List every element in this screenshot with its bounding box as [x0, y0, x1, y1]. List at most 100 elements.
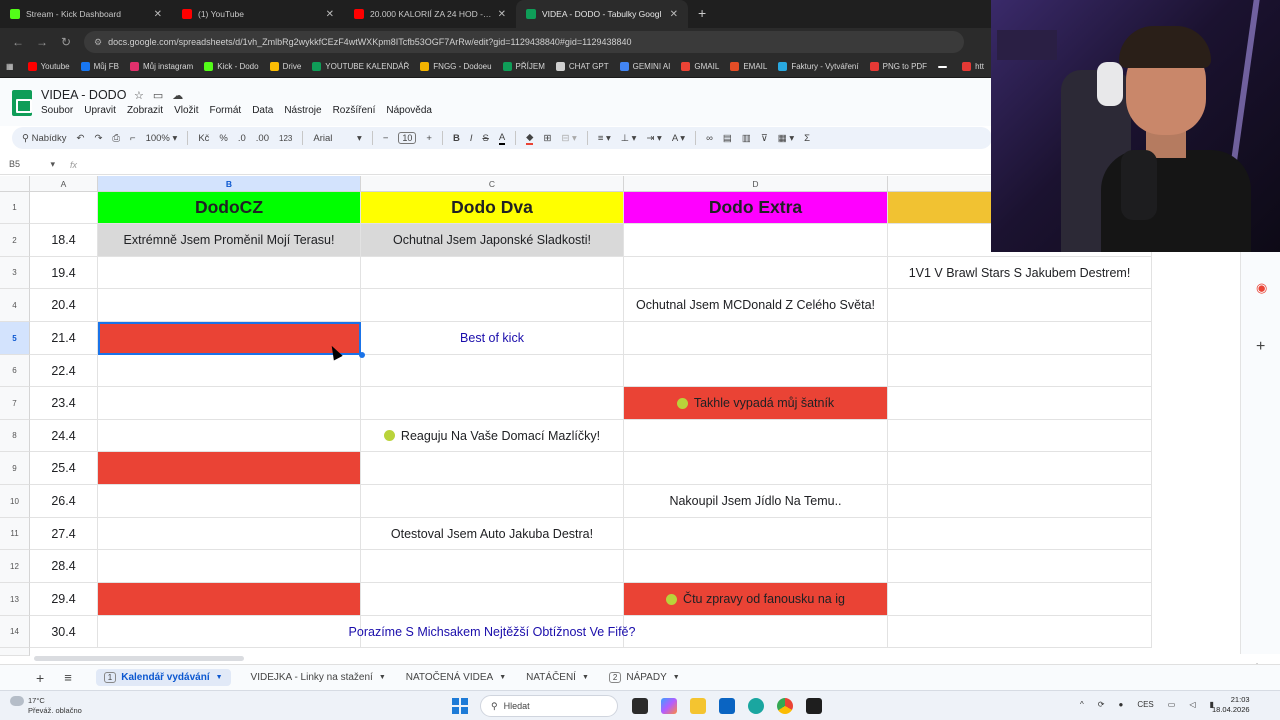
cell-d[interactable]: Ochutnal Jsem MCDonald Z Celého Světa! — [624, 289, 888, 322]
bookmark-dash[interactable] — [938, 65, 951, 68]
bookmark-http[interactable]: htt — [962, 62, 984, 71]
date-cell[interactable]: 30.4 — [30, 616, 98, 648]
date-cell[interactable]: 24.4 — [30, 420, 98, 452]
maps-icon[interactable]: ◉ — [1256, 280, 1267, 296]
cell-e[interactable] — [888, 518, 1152, 550]
date-cell[interactable]: 27.4 — [30, 518, 98, 550]
font-size-decrease-icon[interactable]: − — [383, 133, 389, 144]
cell-c1-channel[interactable]: Dodo Dva — [361, 192, 624, 224]
merge-cells-icon[interactable]: ⊟ ▾ — [561, 133, 576, 144]
menu-data[interactable]: Data — [252, 105, 273, 116]
row-header[interactable]: 7 — [0, 387, 30, 420]
date-cell[interactable]: 26.4 — [30, 485, 98, 518]
cell-c[interactable] — [361, 257, 624, 289]
browser-tab-kick[interactable]: Stream - Kick Dashboard ✕ — [0, 0, 172, 28]
cell-b[interactable] — [98, 355, 361, 387]
cell-e[interactable] — [888, 420, 1152, 452]
language-indicator[interactable]: CES — [1137, 700, 1153, 709]
row-header-1[interactable]: 1 — [0, 192, 30, 224]
column-header-a[interactable]: A — [30, 176, 98, 192]
cell-b[interactable]: Extrémně Jsem Proměnil Mojí Terasu! — [98, 224, 361, 257]
cell-b[interactable] — [98, 485, 361, 518]
cell-c[interactable] — [361, 289, 624, 322]
date-cell[interactable]: 22.4 — [30, 355, 98, 387]
add-sheet-button[interactable]: + — [36, 670, 44, 686]
edge-icon[interactable] — [748, 698, 764, 714]
cell-b[interactable] — [98, 452, 361, 485]
menu-extensions[interactable]: Rozšíření — [333, 105, 376, 116]
chevron-down-icon[interactable]: ▼ — [582, 674, 589, 681]
folder-icon[interactable]: ▭ — [153, 90, 172, 102]
bookmark-gemini[interactable]: GEMINI AI — [619, 62, 670, 71]
cell-c[interactable] — [361, 387, 624, 420]
sheets-logo-icon[interactable] — [12, 90, 32, 116]
horizontal-scrollbar[interactable] — [34, 656, 244, 661]
cell-d[interactable] — [624, 224, 888, 257]
cell-b[interactable] — [98, 616, 361, 648]
paint-format-icon[interactable]: ⌐ — [130, 133, 136, 144]
menu-view[interactable]: Zobrazit — [127, 105, 163, 116]
date-cell[interactable]: 18.4 — [30, 224, 98, 257]
currency-button[interactable]: Kč — [198, 133, 209, 144]
chevron-up-icon[interactable]: ^ — [1080, 700, 1084, 709]
cell-d[interactable] — [624, 616, 888, 648]
document-title[interactable]: VIDEA - DODO — [41, 88, 126, 102]
row-header[interactable]: 8 — [0, 420, 30, 452]
cell-c[interactable] — [361, 550, 624, 583]
cell-b[interactable] — [98, 583, 361, 616]
bookmark-prijem[interactable]: PŘÍJEM — [502, 62, 545, 71]
row-header[interactable]: 9 — [0, 452, 30, 485]
reload-icon[interactable]: ↻ — [54, 35, 78, 49]
text-wrap-icon[interactable]: ⇥ ▾ — [646, 133, 661, 144]
text-rotation-icon[interactable]: A ▾ — [672, 133, 685, 144]
cell-d1-channel[interactable]: Dodo Extra — [624, 192, 888, 224]
back-icon[interactable]: ← — [6, 35, 30, 49]
row-header[interactable]: 12 — [0, 550, 30, 583]
text-color-icon[interactable]: A — [498, 132, 506, 145]
date-cell[interactable]: 25.4 — [30, 452, 98, 485]
percent-button[interactable]: % — [219, 133, 227, 144]
bookmark-drive[interactable]: Drive — [269, 62, 301, 71]
cloud-icon[interactable]: ☁ — [172, 90, 192, 102]
taskbar-search[interactable]: ⚲ Hledat — [480, 695, 618, 717]
menu-help[interactable]: Nápověda — [386, 105, 432, 116]
sheet-tab-natocena[interactable]: NATOČENÁ VIDEA ▼ — [406, 672, 506, 683]
bookmark-png-to-pdf[interactable]: PNG to PDF — [869, 62, 927, 71]
close-icon[interactable]: ✕ — [154, 9, 162, 20]
bookmark-kick[interactable]: Kick - Dodo — [204, 62, 259, 71]
cell-e[interactable] — [888, 583, 1152, 616]
task-view-icon[interactable] — [632, 698, 648, 714]
cell-c[interactable]: Ochutnal Jsem Japonské Sladkosti! — [361, 224, 624, 257]
cell-c[interactable] — [361, 485, 624, 518]
date-cell[interactable]: 23.4 — [30, 387, 98, 420]
font-size-input[interactable]: 10 — [398, 132, 417, 144]
menu-edit[interactable]: Upravit — [84, 105, 116, 116]
outlook-icon[interactable] — [719, 698, 735, 714]
bookmark-youtube[interactable]: Youtube — [27, 62, 70, 71]
row-header[interactable]: 2 — [0, 224, 30, 257]
row-header[interactable]: 14 — [0, 616, 30, 648]
date-cell[interactable]: 21.4 — [30, 322, 98, 355]
insert-link-icon[interactable]: ∞ — [706, 133, 713, 144]
cell-c[interactable] — [361, 583, 624, 616]
undo-icon[interactable]: ↶ — [76, 133, 84, 144]
browser-tab-youtube[interactable]: (1) YouTube ✕ — [172, 0, 344, 28]
bookmark-youtube-calendar[interactable]: YOUTUBE KALENDÁŘ — [312, 62, 409, 71]
fill-color-icon[interactable]: ◆ — [526, 132, 534, 145]
date-cell[interactable]: 20.4 — [30, 289, 98, 322]
chevron-down-icon[interactable]: ▼ — [673, 674, 680, 681]
cell-c[interactable] — [361, 355, 624, 387]
sheet-tab-nataceni[interactable]: NATÁČENÍ ▼ — [526, 672, 589, 683]
zoom-select[interactable]: 100% ▾ — [146, 133, 178, 144]
bookmark-faktury[interactable]: Faktury - Vytváření — [778, 62, 859, 71]
url-field[interactable]: ⚙ docs.google.com/spreadsheets/d/1vh_Zml… — [84, 31, 964, 53]
cell-b1-channel[interactable]: DodoCZ — [98, 192, 361, 224]
cell-d[interactable] — [624, 257, 888, 289]
name-box[interactable]: B5 ▾ — [0, 159, 70, 170]
cell-d[interactable] — [624, 420, 888, 452]
print-icon[interactable]: ⎙ — [112, 133, 120, 144]
windows-start-icon[interactable] — [452, 698, 468, 714]
row-header[interactable]: 3 — [0, 257, 30, 289]
column-header-b[interactable]: B — [98, 176, 361, 192]
forward-icon[interactable]: → — [30, 35, 54, 49]
